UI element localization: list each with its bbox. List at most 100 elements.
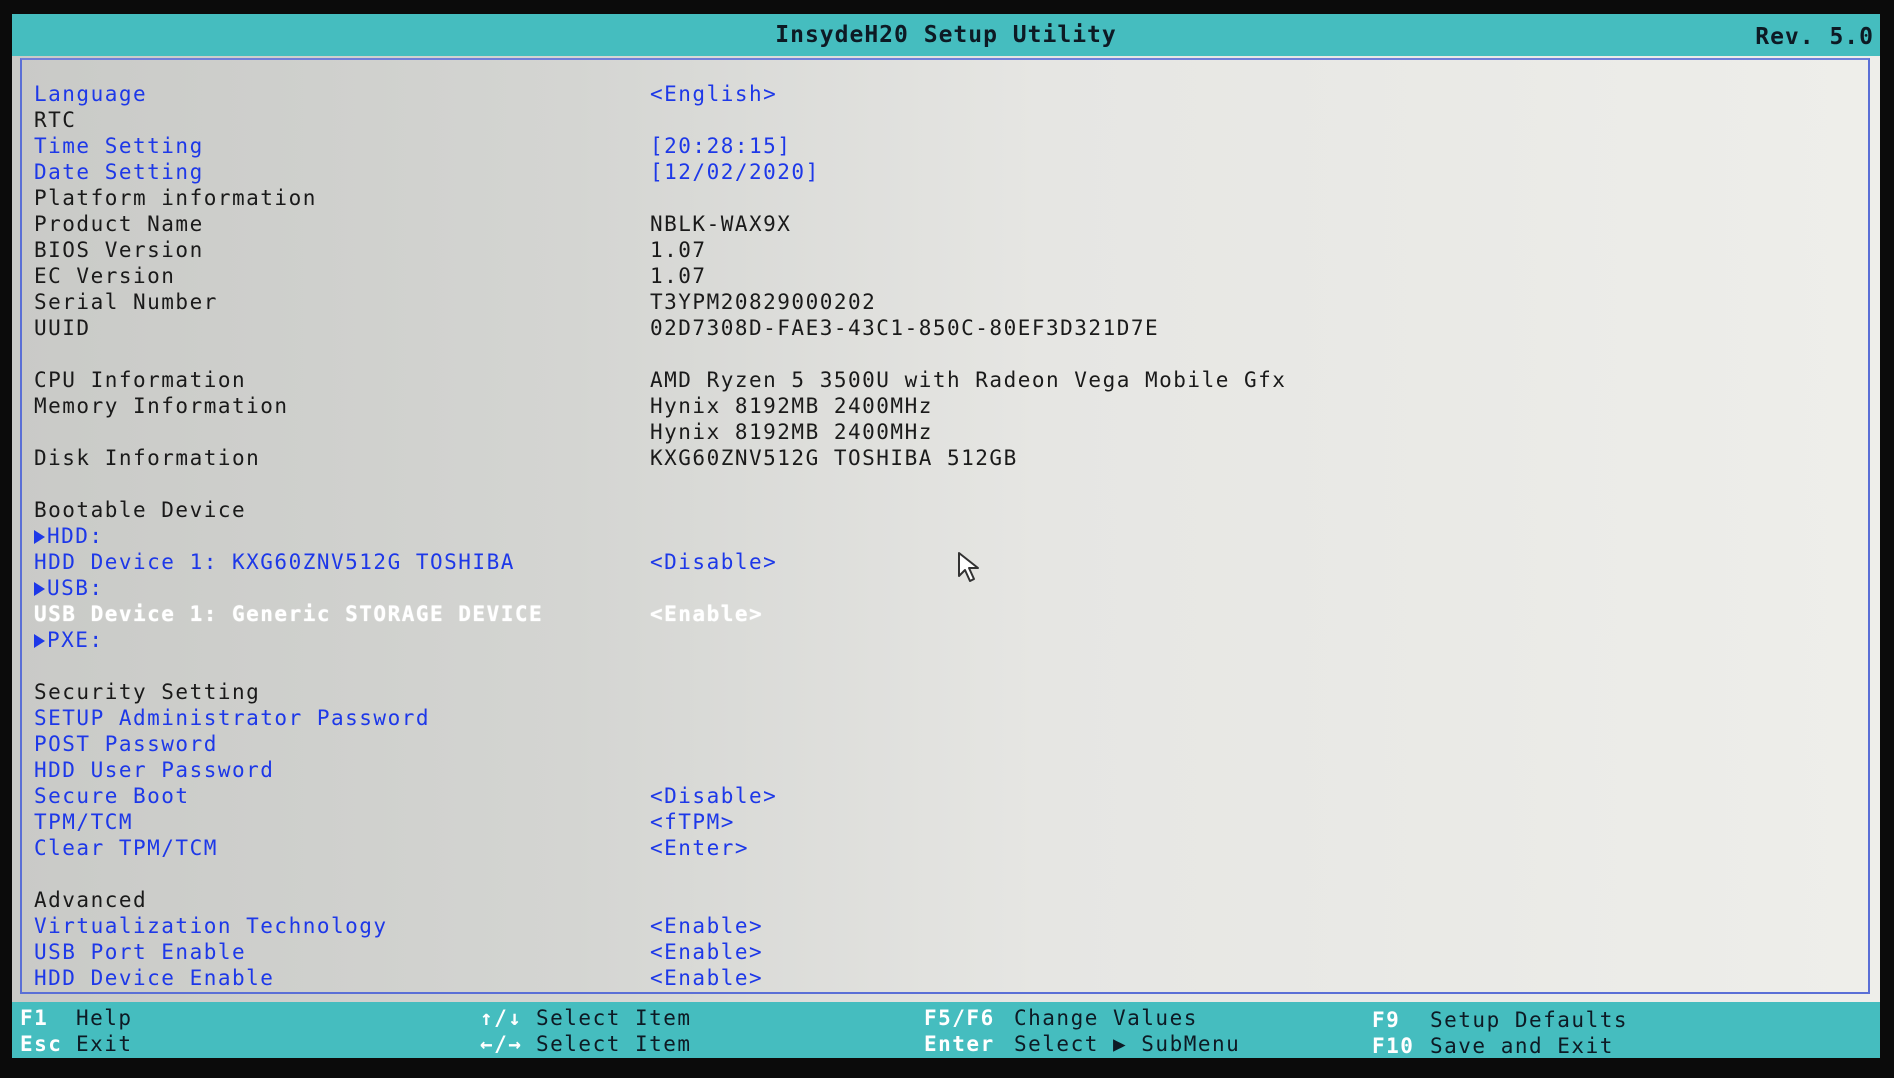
f9-key: F9 <box>1372 1008 1401 1032</box>
setting-value[interactable]: <Enter> <box>650 836 749 860</box>
setting-row[interactable]: Clear TPM/TCM <Enter> <box>24 836 1864 862</box>
setting-label-text: Language <box>34 82 148 106</box>
setting-label: Advanced <box>34 888 147 912</box>
setting-value: 02D7308D-FAE3-43C1-850C-80EF3D321D7E <box>650 316 1160 340</box>
setting-label-text: UUID <box>34 316 91 340</box>
setting-label[interactable]: Secure Boot <box>34 784 190 808</box>
setting-label-text: CPU Information <box>34 368 247 392</box>
setting-label-text: Virtualization Technology <box>34 914 388 938</box>
setting-label-text: HDD: <box>47 524 104 548</box>
setting-label: Disk Information <box>34 446 260 470</box>
setting-row[interactable]: HDD Device Enable <Enable> <box>24 966 1864 992</box>
setting-row: Product Name NBLK-WAX9X <box>24 212 1864 238</box>
setting-label[interactable]: HDD User Password <box>34 758 274 782</box>
title-bar: InsydeH20 Setup Utility Rev. 5.0 <box>12 14 1880 56</box>
setting-row[interactable]: Secure Boot <Disable> <box>24 784 1864 810</box>
setting-label-text: EC Version <box>34 264 176 288</box>
setting-row: RTC <box>24 108 1864 134</box>
submenu-arrow-icon <box>34 634 45 648</box>
setting-row: EC Version 1.07 <box>24 264 1864 290</box>
setting-label: EC Version <box>34 264 175 288</box>
setting-label[interactable]: POST Password <box>34 732 218 756</box>
setting-label[interactable]: Date Setting <box>34 160 204 184</box>
setting-label-text: USB: <box>47 576 104 600</box>
setting-row[interactable]: USB: <box>24 576 1864 602</box>
setting-label-text: BIOS Version <box>34 238 204 262</box>
setting-row[interactable]: HDD User Password <box>24 758 1864 784</box>
setting-label[interactable]: Clear TPM/TCM <box>34 836 218 860</box>
setting-value[interactable]: [20:28:15] <box>650 134 791 158</box>
setting-row[interactable]: Virtualization Technology <Enable> <box>24 914 1864 940</box>
setting-value: 1.07 <box>650 264 707 288</box>
select-item-leftright-hint: ←/→ Select Item <box>480 1032 692 1056</box>
setting-value[interactable]: <Enable> <box>650 940 763 964</box>
setting-label: UUID <box>34 316 91 340</box>
setting-label: Serial Number <box>34 290 218 314</box>
select-item-desc-2: Select Item <box>536 1032 692 1056</box>
setting-label: RTC <box>34 108 76 132</box>
setting-value[interactable]: <English> <box>650 82 777 106</box>
setting-row[interactable]: TPM/TCM <fTPM> <box>24 810 1864 836</box>
setting-label[interactable]: HDD: <box>34 524 104 548</box>
setting-value[interactable]: [12/02/2020] <box>650 160 820 184</box>
setting-value[interactable]: <Disable> <box>650 550 777 574</box>
setting-label-text: RTC <box>34 108 77 132</box>
setting-value[interactable]: <Disable> <box>650 784 777 808</box>
setting-label-text: POST Password <box>34 732 218 756</box>
setting-row[interactable]: USB Port Enable <Enable> <box>24 940 1864 966</box>
submenu-hint: Enter Select ▶ SubMenu <box>924 1032 1240 1056</box>
setup-defaults-hint: F9 Setup Defaults <box>1372 1008 1628 1032</box>
setting-label-text: Advanced <box>34 888 148 912</box>
setting-row: Disk Information KXG60ZNV512G TOSHIBA 512… <box>24 446 1864 472</box>
change-values-hint: F5/F6 Change Values <box>924 1006 1198 1030</box>
setting-label-text: Serial Number <box>34 290 218 314</box>
f5f6-key: F5/F6 <box>924 1006 995 1030</box>
setting-label-text: USB Port Enable <box>34 940 247 964</box>
setting-row <box>24 654 1864 680</box>
setting-row: Platform information <box>24 186 1864 212</box>
setting-label[interactable]: Language <box>34 82 147 106</box>
setting-label[interactable]: USB: <box>34 576 104 600</box>
setting-value[interactable]: <Enable> <box>650 914 763 938</box>
setting-value: KXG60ZNV512G TOSHIBA 512GB <box>650 446 1018 470</box>
setting-row[interactable]: Language <English> <box>24 82 1864 108</box>
setting-label[interactable]: PXE: <box>34 628 104 652</box>
leftright-arrow-icon: ←/→ <box>480 1032 523 1056</box>
setting-label[interactable]: HDD Device 1: KXG60ZNV512G TOSHIBA <box>34 550 515 574</box>
setting-label-text: SETUP Administrator Password <box>34 706 431 730</box>
setting-row[interactable]: PXE: <box>24 628 1864 654</box>
submenu-arrow-icon <box>34 582 45 596</box>
setting-label[interactable]: USB Port Enable <box>34 940 246 964</box>
setting-row[interactable]: Date Setting [12/02/2020] <box>24 160 1864 186</box>
setting-value: T3YPM20829000202 <box>650 290 877 314</box>
setting-label-text: Date Setting <box>34 160 204 184</box>
setting-label[interactable]: HDD Device Enable <box>34 966 274 990</box>
setting-label-text: Security Setting <box>34 680 261 704</box>
select-item-desc: Select Item <box>536 1006 692 1030</box>
save-exit-desc: Save and Exit <box>1430 1034 1614 1058</box>
setting-value[interactable]: <Enable> <box>650 602 763 626</box>
setting-label[interactable]: Time Setting <box>34 134 204 158</box>
setting-label[interactable]: USB Device 1: Generic STORAGE DEVICE <box>34 602 543 626</box>
setting-label: Memory Information <box>34 394 289 418</box>
setting-row[interactable]: Time Setting [20:28:15] <box>24 134 1864 160</box>
setting-label[interactable]: Virtualization Technology <box>34 914 388 938</box>
setting-row: Bootable Device <box>24 498 1864 524</box>
setting-label-text: Platform information <box>34 186 317 210</box>
setting-value: Hynix 8192MB 2400MHz <box>650 420 933 444</box>
setting-label[interactable]: SETUP Administrator Password <box>34 706 430 730</box>
setting-row[interactable]: USB Device 1: Generic STORAGE DEVICE <Ena… <box>24 602 1864 628</box>
setting-value[interactable]: <fTPM> <box>650 810 735 834</box>
setting-row[interactable]: HDD: <box>24 524 1864 550</box>
setting-row: Serial Number T3YPM20829000202 <box>24 290 1864 316</box>
setting-row[interactable]: POST Password <box>24 732 1864 758</box>
setting-label: BIOS Version <box>34 238 204 262</box>
setting-row: Memory Information Hynix 8192MB 2400MHz <box>24 394 1864 420</box>
setting-label[interactable]: TPM/TCM <box>34 810 133 834</box>
setting-label-text: HDD Device Enable <box>34 966 275 990</box>
setting-value[interactable]: <Enable> <box>650 966 763 990</box>
setup-defaults-desc: Setup Defaults <box>1430 1008 1629 1032</box>
setting-row: BIOS Version 1.07 <box>24 238 1864 264</box>
setting-row[interactable]: HDD Device 1: KXG60ZNV512G TOSHIBA <Disab… <box>24 550 1864 576</box>
setting-row[interactable]: SETUP Administrator Password <box>24 706 1864 732</box>
